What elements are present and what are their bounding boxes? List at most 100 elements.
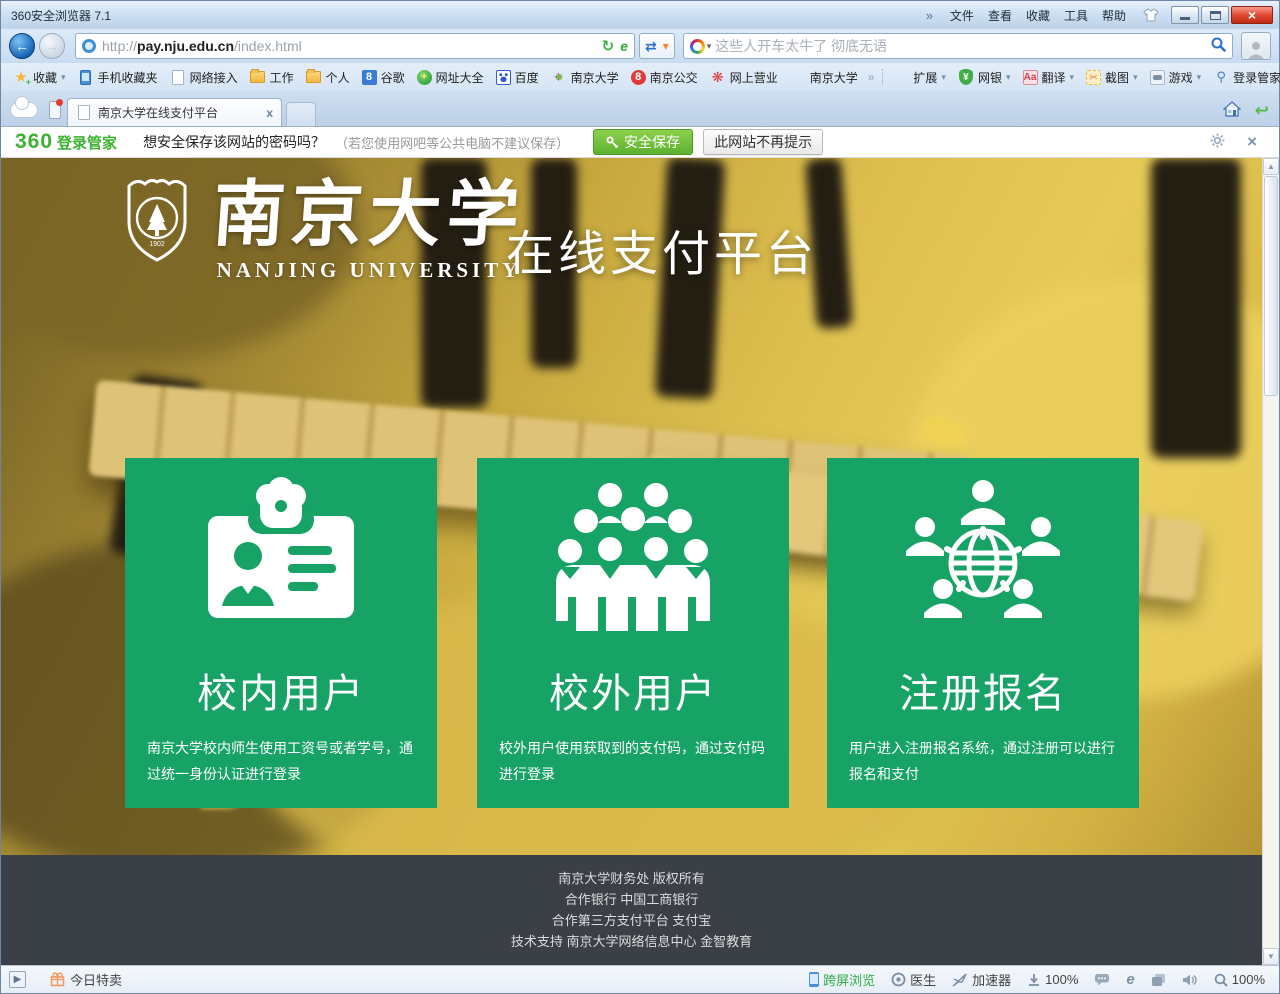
search-magnifier-icon[interactable] xyxy=(1211,37,1226,55)
tab-title: 南京大学在线支付平台 xyxy=(98,104,218,121)
bookmark-mobile-favorites[interactable]: 手机收藏夹 xyxy=(74,67,162,88)
dropdown-chevron-icon[interactable]: ▾ xyxy=(663,39,669,53)
home-icon[interactable] xyxy=(1223,101,1241,120)
bookmark-nanjing-bus[interactable]: 8 南京公交 xyxy=(627,67,702,88)
public-computer-hint: （若您使用网吧等公共电脑不建议保存） xyxy=(335,133,569,152)
accelerator-button[interactable]: 加速器 xyxy=(952,970,1011,989)
doctor-button[interactable]: 医生 xyxy=(891,970,936,989)
speed-mode-icon[interactable]: ↻ xyxy=(602,37,615,55)
skin-tshirt-icon[interactable] xyxy=(1143,8,1159,22)
menu-help[interactable]: 帮助 xyxy=(1102,7,1126,24)
screenshot-button[interactable]: ✂ 截图 ▾ xyxy=(1082,67,1142,88)
forward-button[interactable]: → xyxy=(39,33,65,59)
login-manager-logo: 360 登录管家 xyxy=(15,130,117,154)
new-tab-button[interactable] xyxy=(286,102,316,126)
download-status[interactable]: 100% xyxy=(1027,972,1078,987)
bookmark-nju-2[interactable]: 南京大学 xyxy=(786,67,862,88)
search-box[interactable]: ▾ xyxy=(683,33,1233,59)
stacked-windows-icon xyxy=(1151,973,1166,987)
page-zoom-control[interactable]: 100% xyxy=(1214,972,1265,987)
caret-icon: ▾ xyxy=(1197,72,1202,83)
user-avatar[interactable] xyxy=(1241,32,1271,60)
bookmark-network-access[interactable]: 网络接入 xyxy=(166,67,242,88)
footer-bank: 合作银行 中国工商银行 xyxy=(1,889,1262,910)
dismiss-site-button[interactable]: 此网站不再提示 xyxy=(703,129,823,155)
vertical-scrollbar[interactable]: ▲ ▼ xyxy=(1262,158,1279,965)
bookmark-online-service[interactable]: ❋ 网上营业 xyxy=(706,67,782,88)
bookmarks-separator xyxy=(882,69,883,85)
site-directory-icon: + xyxy=(417,70,432,85)
back-button[interactable]: ← xyxy=(9,33,35,59)
extensions-button[interactable]: 扩展 ▾ xyxy=(889,67,950,88)
search-input[interactable] xyxy=(715,38,1211,54)
search-engine-chevron-icon[interactable]: ▾ xyxy=(707,41,712,52)
bookmark-baidu[interactable]: 百度 xyxy=(492,67,543,88)
save-button-label: 安全保存 xyxy=(624,132,680,152)
sync-arrows-icon[interactable]: ⇄ xyxy=(645,38,657,55)
menu-overflow-chevron[interactable]: » xyxy=(926,8,933,23)
url-text[interactable]: http://pay.nju.edu.cn/index.html xyxy=(102,38,596,54)
sparkle-icon: ✦✦ xyxy=(551,69,567,85)
phone-icon xyxy=(809,972,819,987)
url-host: pay.nju.edu.cn xyxy=(137,38,234,54)
gear-icon[interactable] xyxy=(1210,133,1225,151)
message-button[interactable] xyxy=(1094,973,1110,986)
login-manager-button[interactable]: ⚲ 登录管家 xyxy=(1209,67,1280,88)
bookmark-google[interactable]: 8 谷歌 xyxy=(358,67,409,88)
caret-icon: ▾ xyxy=(1006,72,1011,83)
menu-view[interactable]: 查看 xyxy=(988,7,1012,24)
bookmark-label: 网上营业 xyxy=(730,69,778,86)
caret-icon: ▾ xyxy=(941,72,946,83)
close-bar-icon[interactable]: × xyxy=(1247,132,1257,152)
cross-screen-button[interactable]: 跨屏浏览 xyxy=(809,970,875,989)
card-internal-users[interactable]: 校内用户 南京大学校内师生使用工资号或者学号，通过统一身份认证进行登录 xyxy=(125,458,437,808)
caret-icon: ▾ xyxy=(1133,72,1138,83)
search-engine-icon[interactable] xyxy=(690,39,705,54)
crowd-icon xyxy=(477,458,789,643)
tab-close-icon[interactable]: x xyxy=(266,106,273,120)
games-button[interactable]: 游戏 ▾ xyxy=(1146,67,1206,88)
address-bar[interactable]: http://pay.nju.edu.cn/index.html ↻ e xyxy=(75,33,635,59)
scroll-up-button[interactable]: ▲ xyxy=(1263,158,1279,175)
restore-closed-tab-icon[interactable]: ↩ xyxy=(1255,104,1269,118)
mobile-connect-icon[interactable] xyxy=(49,101,61,119)
download-percent: 100% xyxy=(1045,972,1078,987)
sidebar-toggle-icon[interactable]: ▶ xyxy=(9,971,26,988)
favorites-button[interactable]: ★+ 收藏 ▾ xyxy=(9,67,70,88)
scrollbar-thumb[interactable] xyxy=(1264,176,1278,396)
bookmark-label: 手机收藏夹 xyxy=(98,69,158,86)
save-password-button[interactable]: 安全保存 xyxy=(593,129,693,155)
brand-text-block: 南京大学 NANJING UNIVERSITY xyxy=(213,172,525,283)
university-brand: 1902 南京大学 NANJING UNIVERSITY xyxy=(123,172,525,283)
minimize-button[interactable] xyxy=(1171,6,1199,24)
menu-file[interactable]: 文件 xyxy=(950,7,974,24)
volume-button[interactable] xyxy=(1182,973,1198,987)
scroll-down-button[interactable]: ▼ xyxy=(1263,948,1279,965)
bookmark-nju[interactable]: ✦✦ 南京大学 xyxy=(547,67,623,88)
bookmark-folder-work[interactable]: 工作 xyxy=(246,67,298,88)
card-registration[interactable]: 注册报名 用户进入注册报名系统，通过注册可以进行报名和支付 xyxy=(827,458,1139,808)
menu-tools[interactable]: 工具 xyxy=(1064,7,1088,24)
translate-button[interactable]: Aa 翻译 ▾ xyxy=(1019,67,1079,88)
card-external-users[interactable]: 校外用户 校外用户使用获取到的支付码，通过支付码进行登录 xyxy=(477,458,789,808)
menu-favorites[interactable]: 收藏 xyxy=(1026,7,1050,24)
restore-button[interactable] xyxy=(1201,6,1229,24)
footer-copyright: 南京大学财务处 版权所有 xyxy=(1,868,1262,889)
daily-deal-button[interactable]: 今日特卖 xyxy=(50,970,122,989)
windows-button[interactable] xyxy=(1151,973,1166,987)
site-security-icon[interactable] xyxy=(82,39,96,53)
cloud-sync-icon[interactable] xyxy=(11,103,37,117)
page-content: 1902 南京大学 NANJING UNIVERSITY 在线支付平台 xyxy=(1,158,1279,965)
close-button[interactable]: × xyxy=(1231,6,1273,24)
tab-active[interactable]: 南京大学在线支付平台 x xyxy=(67,98,282,126)
ie-mode-button[interactable]: e xyxy=(1126,971,1134,988)
refresh-mode-box: ⇄ ▾ xyxy=(639,33,675,59)
bookmark-site-directory[interactable]: + 网址大全 xyxy=(413,67,488,88)
bookmark-folder-personal[interactable]: 个人 xyxy=(302,67,354,88)
ie-compat-icon[interactable]: e xyxy=(620,38,628,54)
netbank-button[interactable]: ¥ 网银 ▾ xyxy=(954,67,1015,88)
tab-bar: 南京大学在线支付平台 x ↩ xyxy=(1,91,1279,126)
tool-label: 翻译 xyxy=(1042,69,1066,86)
bookmarks-overflow-chevron[interactable]: » xyxy=(868,70,875,84)
brand-chinese-calligraphy: 南京大学 xyxy=(210,172,528,256)
